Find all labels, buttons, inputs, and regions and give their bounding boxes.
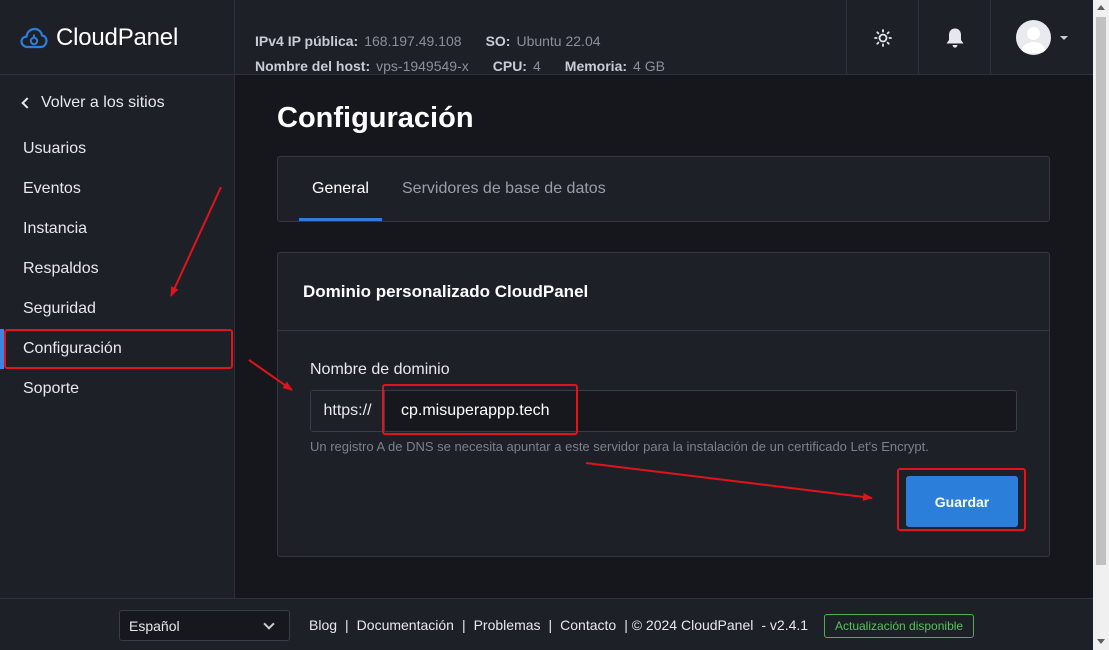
sidebar-item-soporte[interactable]: Soporte — [0, 369, 234, 409]
sidebar-item-instancia[interactable]: Instancia — [0, 209, 234, 249]
sidebar-item-label: Soporte — [23, 380, 80, 397]
tab-database-servers[interactable]: Servidores de base de datos — [402, 157, 606, 221]
system-info: IPv4 IP pública: 168.197.49.108 SO: Ubun… — [255, 32, 689, 78]
footer-link-issues[interactable]: Problemas — [474, 617, 541, 633]
annotation-box-sidebar — [4, 329, 233, 369]
sidebar-item-label: Eventos — [23, 180, 81, 197]
footer: Español Blog | Documentación | Problemas… — [0, 598, 1093, 650]
dns-help-text: Un registro A de DNS se necesita apuntar… — [310, 439, 929, 454]
sun-icon — [873, 28, 892, 47]
sidebar-item-eventos[interactable]: Eventos — [0, 169, 234, 209]
brand-logo[interactable]: CloudPanel — [0, 0, 235, 75]
tab-general[interactable]: General — [299, 157, 382, 221]
back-to-sites-link[interactable]: Volver a los sitios — [21, 94, 165, 112]
sidebar-item-label: Respaldos — [23, 260, 99, 277]
sidebar-item-label: Usuarios — [23, 140, 87, 157]
cpu-value: 4 — [532, 58, 541, 74]
sidebar-item-respaldos[interactable]: Respaldos — [0, 249, 234, 289]
scroll-up-icon[interactable] — [1097, 5, 1105, 10]
tabs-bar: General Servidores de base de datos — [277, 156, 1050, 222]
annotation-box-save — [897, 468, 1026, 531]
sidebar-item-usuarios[interactable]: Usuarios — [0, 129, 234, 169]
memory-label: Memoria: — [564, 58, 628, 74]
card-title: Dominio personalizado CloudPanel — [278, 253, 1049, 331]
user-avatar-icon — [1016, 20, 1051, 55]
sidebar-item-label: Seguridad — [23, 300, 96, 317]
update-available-badge[interactable]: Actualización disponible — [824, 614, 975, 638]
theme-toggle-button[interactable] — [846, 0, 918, 75]
top-header: CloudPanel IPv4 IP pública: 168.197.49.1… — [0, 0, 1093, 75]
footer-copyright: | © 2024 CloudPanel — [624, 617, 754, 633]
footer-link-contact[interactable]: Contacto — [560, 617, 616, 633]
scrollbar-thumb[interactable] — [1096, 17, 1106, 565]
ip-value: 168.197.49.108 — [364, 33, 462, 49]
os-value: Ubuntu 22.04 — [516, 33, 601, 49]
scroll-down-icon[interactable] — [1097, 639, 1105, 644]
https-prefix: https:// — [311, 391, 385, 431]
footer-links: Blog | Documentación | Problemas | Conta… — [309, 617, 809, 633]
annotation-box-domain — [382, 384, 578, 435]
footer-version: - v2.4.1 — [761, 617, 809, 633]
chevron-down-icon — [1060, 35, 1068, 40]
cpu-label: CPU: — [492, 58, 527, 74]
os-label: SO: — [485, 33, 511, 49]
host-label: Nombre del host: — [255, 58, 371, 74]
memory-value: 4 GB — [633, 58, 665, 74]
chevron-down-icon — [263, 618, 275, 630]
footer-link-blog[interactable]: Blog — [309, 617, 337, 633]
sidebar-item-label: Instancia — [23, 220, 88, 237]
bell-icon — [946, 28, 963, 48]
back-to-sites-label: Volver a los sitios — [41, 94, 165, 111]
language-select[interactable]: Español — [119, 610, 290, 641]
user-menu-button[interactable] — [990, 0, 1093, 75]
footer-link-docs[interactable]: Documentación — [357, 617, 454, 633]
notifications-button[interactable] — [918, 0, 990, 75]
brand-name: CloudPanel — [56, 23, 179, 51]
domain-field-label: Nombre de dominio — [310, 361, 450, 378]
sidebar-item-seguridad[interactable]: Seguridad — [0, 289, 234, 329]
page-title: Configuración — [277, 102, 474, 134]
chevron-left-icon — [21, 97, 33, 109]
language-value: Español — [129, 617, 180, 634]
page-scrollbar[interactable] — [1093, 0, 1109, 650]
cloud-icon — [20, 27, 48, 48]
ip-label: IPv4 IP pública: — [255, 33, 359, 49]
host-value: vps-1949549-x — [376, 58, 469, 74]
